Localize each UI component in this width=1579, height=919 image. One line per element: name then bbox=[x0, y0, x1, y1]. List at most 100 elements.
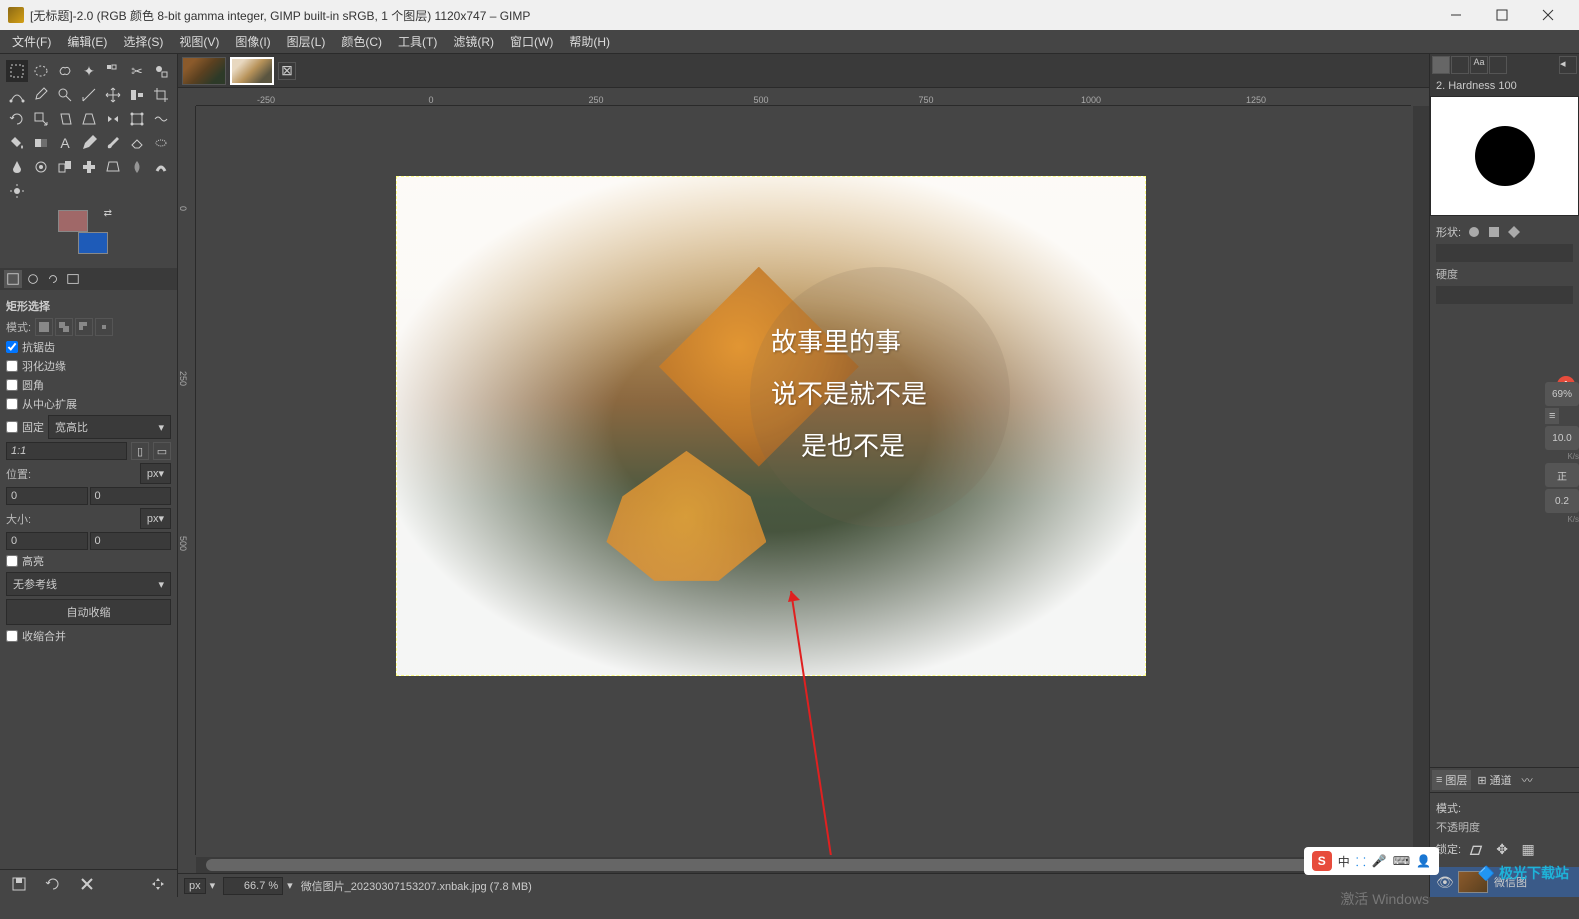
tab-images[interactable] bbox=[64, 270, 82, 288]
ime-toolbar[interactable]: S 中 ⸬ 🎤 ⌨ 👤 bbox=[1304, 847, 1439, 875]
menu-edit[interactable]: 编辑(E) bbox=[59, 30, 115, 53]
menu-tools[interactable]: 工具(T) bbox=[390, 30, 445, 53]
tool-airbrush[interactable] bbox=[150, 132, 172, 154]
fixed-checkbox[interactable]: 固定 bbox=[6, 419, 44, 435]
shape-square-icon[interactable] bbox=[1487, 225, 1501, 239]
position-unit-select[interactable]: px▾ bbox=[140, 463, 171, 484]
mode-subtract[interactable] bbox=[75, 318, 93, 336]
dock-fonts-icon[interactable]: Aa bbox=[1470, 56, 1488, 74]
tool-flip[interactable] bbox=[102, 108, 124, 130]
tab-undo-history[interactable] bbox=[44, 270, 62, 288]
tool-free-select[interactable] bbox=[54, 60, 76, 82]
tool-align[interactable] bbox=[126, 84, 148, 106]
tool-rect-select[interactable] bbox=[6, 60, 28, 82]
position-x-input[interactable] bbox=[6, 487, 88, 505]
maximize-button[interactable] bbox=[1479, 0, 1525, 30]
tool-paintbrush[interactable] bbox=[102, 132, 124, 154]
brush-slider-1[interactable] bbox=[1436, 244, 1573, 262]
minimize-button[interactable] bbox=[1433, 0, 1479, 30]
image-tab-2[interactable] bbox=[230, 57, 274, 85]
tool-mypaint[interactable] bbox=[30, 156, 52, 178]
menu-image[interactable]: 图像(I) bbox=[227, 30, 278, 53]
shape-circle-icon[interactable] bbox=[1467, 225, 1481, 239]
size-unit-select[interactable]: px▾ bbox=[140, 508, 171, 529]
lock-position-icon[interactable]: ✥ bbox=[1491, 838, 1513, 860]
lock-pixels-icon[interactable] bbox=[1465, 838, 1487, 860]
tool-crop[interactable] bbox=[150, 84, 172, 106]
save-options-icon[interactable] bbox=[8, 873, 30, 895]
ruler-horizontal[interactable]: -250 0 250 500 750 1000 1250 bbox=[196, 88, 1411, 106]
tool-fuzzy-select[interactable]: ✦ bbox=[78, 60, 100, 82]
tool-scale[interactable] bbox=[30, 108, 52, 130]
dock-menu-icon[interactable]: ◂ bbox=[1559, 56, 1577, 74]
antialias-checkbox[interactable]: 抗锯齿 bbox=[6, 339, 171, 355]
scrollbar-h[interactable] bbox=[196, 857, 1411, 873]
tab-layers[interactable]: ≡ 图层 bbox=[1432, 770, 1471, 790]
scrollbar-v[interactable] bbox=[1413, 106, 1429, 855]
tool-ellipse-select[interactable] bbox=[30, 60, 52, 82]
canvas-viewport[interactable]: 故事里的事 说不是就不是 是也不是 bbox=[196, 106, 1411, 855]
tab-device-status[interactable] bbox=[24, 270, 42, 288]
tool-gradient[interactable] bbox=[30, 132, 52, 154]
dock-history-icon[interactable] bbox=[1489, 56, 1507, 74]
tool-text[interactable]: A bbox=[54, 132, 76, 154]
size-w-input[interactable] bbox=[6, 532, 88, 550]
menu-windows[interactable]: 窗口(W) bbox=[502, 30, 561, 53]
tool-perspective-clone[interactable] bbox=[102, 156, 124, 178]
tool-pencil[interactable] bbox=[78, 132, 100, 154]
fixed-aspect-select[interactable]: 宽高比▾ bbox=[48, 415, 171, 439]
mode-add[interactable] bbox=[55, 318, 73, 336]
canvas[interactable]: 故事里的事 说不是就不是 是也不是 bbox=[396, 176, 1146, 676]
dock-brushes-icon[interactable] bbox=[1432, 56, 1450, 74]
tool-dodge-burn[interactable] bbox=[6, 180, 28, 202]
tool-clone[interactable] bbox=[54, 156, 76, 178]
ratio-landscape-icon[interactable]: ▭ bbox=[153, 442, 171, 460]
foreground-color[interactable] bbox=[58, 210, 88, 232]
tab-channels[interactable]: ⊞ 通道 bbox=[1473, 770, 1515, 790]
layer-visibility-icon[interactable]: 👁 bbox=[1436, 874, 1452, 891]
tool-cage[interactable] bbox=[126, 108, 148, 130]
tool-zoom[interactable] bbox=[54, 84, 76, 106]
ruler-vertical[interactable]: 0 250 500 bbox=[178, 106, 196, 855]
auto-shrink-button[interactable]: 自动收缩 bbox=[6, 599, 171, 625]
menu-filters[interactable]: 滤镜(R) bbox=[445, 30, 502, 53]
tool-rotate[interactable] bbox=[6, 108, 28, 130]
tool-paths[interactable] bbox=[6, 84, 28, 106]
image-tab-1[interactable] bbox=[182, 57, 226, 85]
tool-ink[interactable] bbox=[6, 156, 28, 178]
lock-alpha-icon[interactable]: ▦ bbox=[1517, 838, 1539, 860]
ratio-portrait-icon[interactable]: ▯ bbox=[131, 442, 149, 460]
position-y-input[interactable] bbox=[90, 487, 172, 505]
menu-select[interactable]: 选择(S) bbox=[115, 30, 171, 53]
layers-tab-small[interactable]: ≡ bbox=[1545, 408, 1559, 424]
guides-select[interactable]: 无参考线▾ bbox=[6, 572, 171, 596]
reset-options-icon[interactable] bbox=[147, 873, 169, 895]
tool-heal[interactable] bbox=[78, 156, 100, 178]
tool-scissors[interactable]: ✂ bbox=[126, 60, 148, 82]
tool-smudge[interactable] bbox=[150, 156, 172, 178]
tool-measure[interactable] bbox=[78, 84, 100, 106]
size-h-input[interactable] bbox=[90, 532, 172, 550]
restore-options-icon[interactable] bbox=[42, 873, 64, 895]
dock-patterns-icon[interactable] bbox=[1451, 56, 1469, 74]
tool-foreground-select[interactable] bbox=[150, 60, 172, 82]
tool-bucket-fill[interactable] bbox=[6, 132, 28, 154]
menu-help[interactable]: 帮助(H) bbox=[561, 30, 618, 53]
tool-by-color-select[interactable] bbox=[102, 60, 124, 82]
menu-layer[interactable]: 图层(L) bbox=[279, 30, 334, 53]
tool-blur[interactable] bbox=[126, 156, 148, 178]
ratio-input[interactable] bbox=[6, 442, 127, 460]
menu-view[interactable]: 视图(V) bbox=[171, 30, 227, 53]
tool-move[interactable] bbox=[102, 84, 124, 106]
color-swatches[interactable]: ⇄ bbox=[58, 210, 114, 254]
feather-checkbox[interactable]: 羽化边缘 bbox=[6, 358, 171, 374]
tab-tool-options[interactable] bbox=[4, 270, 22, 288]
tool-warp[interactable] bbox=[150, 108, 172, 130]
shrink-merged-checkbox[interactable]: 收缩合并 bbox=[6, 628, 171, 644]
menu-file[interactable]: 文件(F) bbox=[4, 30, 59, 53]
tab-paths[interactable]: 〰 bbox=[1518, 770, 1537, 790]
close-button[interactable] bbox=[1525, 0, 1571, 30]
swap-colors-icon[interactable]: ⇄ bbox=[104, 208, 112, 219]
close-tab-icon[interactable]: ⊠ bbox=[278, 62, 296, 80]
tool-eraser[interactable] bbox=[126, 132, 148, 154]
